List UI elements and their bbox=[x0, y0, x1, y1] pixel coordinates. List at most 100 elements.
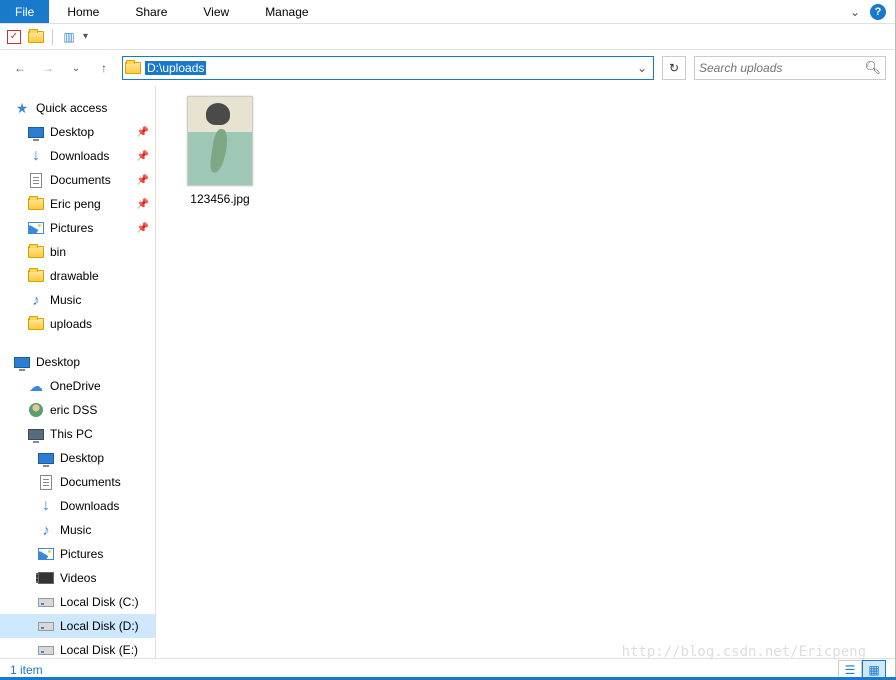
nav-item-pc-pictures[interactable]: Pictures bbox=[0, 542, 155, 566]
nav-item-ericpeng[interactable]: Eric peng 📌 bbox=[0, 192, 155, 216]
refresh-button[interactable]: ↻ bbox=[662, 56, 686, 80]
nav-label: Music bbox=[60, 523, 91, 537]
monitor-icon bbox=[28, 426, 44, 442]
download-icon: ↓ bbox=[38, 498, 54, 514]
nav-item-documents[interactable]: Documents 📌 bbox=[0, 168, 155, 192]
nav-label: Eric peng bbox=[50, 197, 101, 211]
picture-icon bbox=[28, 220, 44, 236]
search-icon[interactable]: 🔍︎ bbox=[864, 60, 881, 76]
nav-label: Local Disk (C:) bbox=[60, 595, 139, 609]
pin-icon: 📌 bbox=[137, 223, 149, 234]
nav-label: Documents bbox=[60, 475, 121, 489]
nav-label: Videos bbox=[60, 571, 96, 585]
quick-access-toolbar: ✓ ▥ ▾ bbox=[0, 24, 896, 50]
folder-icon bbox=[28, 268, 44, 284]
drive-icon bbox=[38, 618, 54, 634]
nav-label: uploads bbox=[50, 317, 92, 331]
nav-label: Downloads bbox=[50, 149, 109, 163]
folder-icon bbox=[28, 244, 44, 260]
ribbon-tab-manage[interactable]: Manage bbox=[247, 0, 326, 23]
star-icon: ★ bbox=[14, 100, 30, 116]
file-item[interactable]: 123456.jpg bbox=[175, 96, 265, 206]
nav-item-pc-drive-d[interactable]: Local Disk (D:) bbox=[0, 614, 155, 638]
download-icon: ↓ bbox=[28, 148, 44, 164]
qat-panel-icon[interactable]: ▥ bbox=[61, 29, 77, 45]
video-icon bbox=[38, 570, 54, 586]
recent-dropdown-icon[interactable]: ⌄ bbox=[66, 58, 86, 78]
nav-label: Desktop bbox=[36, 355, 80, 369]
qat-newfolder-icon[interactable] bbox=[28, 29, 44, 45]
ribbon-tab-view[interactable]: View bbox=[185, 0, 247, 23]
nav-item-pc-documents[interactable]: Documents bbox=[0, 470, 155, 494]
monitor-icon bbox=[14, 354, 30, 370]
nav-label: Pictures bbox=[50, 221, 93, 235]
navigation-bar: ← → ⌄ ↑ D:\uploads ⌄ ↻ 🔍︎ bbox=[0, 50, 896, 86]
nav-item-pc-drive-c[interactable]: Local Disk (C:) bbox=[0, 590, 155, 614]
search-box[interactable]: 🔍︎ bbox=[694, 56, 886, 80]
forward-button[interactable]: → bbox=[38, 58, 58, 78]
nav-item-downloads[interactable]: ↓ Downloads 📌 bbox=[0, 144, 155, 168]
nav-label: Desktop bbox=[50, 125, 94, 139]
nav-label: Local Disk (D:) bbox=[60, 619, 139, 633]
up-button[interactable]: ↑ bbox=[94, 58, 114, 78]
document-icon bbox=[38, 474, 54, 490]
nav-label: bin bbox=[50, 245, 66, 259]
document-icon bbox=[28, 172, 44, 188]
nav-item-pc-videos[interactable]: Videos bbox=[0, 566, 155, 590]
navigation-pane[interactable]: ★ Quick access Desktop 📌 ↓ Downloads 📌 D… bbox=[0, 86, 155, 658]
ribbon-tab-file[interactable]: File bbox=[0, 0, 49, 23]
nav-item-thispc[interactable]: This PC bbox=[0, 422, 155, 446]
help-icon[interactable]: ? bbox=[870, 4, 886, 20]
ribbon-tab-share[interactable]: Share bbox=[117, 0, 185, 23]
nav-item-user[interactable]: eric DSS bbox=[0, 398, 155, 422]
nav-label: Pictures bbox=[60, 547, 103, 561]
qat-customize-icon[interactable]: ▾ bbox=[83, 31, 88, 42]
drive-icon bbox=[38, 642, 54, 658]
nav-item-bin[interactable]: bin bbox=[0, 240, 155, 264]
picture-icon bbox=[38, 546, 54, 562]
back-button[interactable]: ← bbox=[10, 58, 30, 78]
nav-item-music[interactable]: ♪ Music bbox=[0, 288, 155, 312]
folder-icon bbox=[28, 196, 44, 212]
address-dropdown-icon[interactable]: ⌄ bbox=[633, 61, 651, 75]
nav-item-pc-downloads[interactable]: ↓ Downloads bbox=[0, 494, 155, 518]
file-thumbnail bbox=[187, 96, 253, 186]
qat-properties-icon[interactable]: ✓ bbox=[6, 29, 22, 45]
nav-desktop-group[interactable]: Desktop bbox=[0, 350, 155, 374]
music-icon: ♪ bbox=[28, 292, 44, 308]
search-input[interactable] bbox=[699, 61, 864, 75]
ribbon-collapse-icon[interactable]: ⌄ bbox=[850, 5, 860, 19]
nav-label: Desktop bbox=[60, 451, 104, 465]
nav-item-onedrive[interactable]: ☁ OneDrive bbox=[0, 374, 155, 398]
pin-icon: 📌 bbox=[137, 199, 149, 210]
nav-item-pc-desktop[interactable]: Desktop bbox=[0, 446, 155, 470]
nav-label: Quick access bbox=[36, 101, 107, 115]
nav-item-drawable[interactable]: drawable bbox=[0, 264, 155, 288]
pin-icon: 📌 bbox=[137, 127, 149, 138]
file-name: 123456.jpg bbox=[190, 192, 249, 206]
nav-quick-access[interactable]: ★ Quick access bbox=[0, 96, 155, 120]
content-area[interactable]: 123456.jpg bbox=[155, 86, 896, 658]
cloud-icon: ☁ bbox=[28, 378, 44, 394]
nav-label: Downloads bbox=[60, 499, 119, 513]
nav-label: drawable bbox=[50, 269, 99, 283]
nav-item-uploads[interactable]: uploads bbox=[0, 312, 155, 336]
address-path[interactable]: D:\uploads bbox=[145, 61, 206, 75]
nav-label: Music bbox=[50, 293, 81, 307]
pin-icon: 📌 bbox=[137, 175, 149, 186]
monitor-icon bbox=[28, 124, 44, 140]
ribbon-tabs: File Home Share View Manage ⌄ ? bbox=[0, 0, 896, 24]
address-bar[interactable]: D:\uploads ⌄ bbox=[122, 56, 654, 80]
status-text: 1 item bbox=[10, 663, 43, 677]
nav-item-pc-music[interactable]: ♪ Music bbox=[0, 518, 155, 542]
nav-label: Documents bbox=[50, 173, 111, 187]
nav-item-pictures[interactable]: Pictures 📌 bbox=[0, 216, 155, 240]
folder-icon bbox=[125, 60, 141, 76]
nav-item-desktop[interactable]: Desktop 📌 bbox=[0, 120, 155, 144]
ribbon-tab-home[interactable]: Home bbox=[49, 0, 117, 23]
nav-label: This PC bbox=[50, 427, 93, 441]
nav-item-pc-drive-e[interactable]: Local Disk (E:) bbox=[0, 638, 155, 658]
nav-label: eric DSS bbox=[50, 403, 97, 417]
nav-label: OneDrive bbox=[50, 379, 101, 393]
folder-icon bbox=[28, 316, 44, 332]
